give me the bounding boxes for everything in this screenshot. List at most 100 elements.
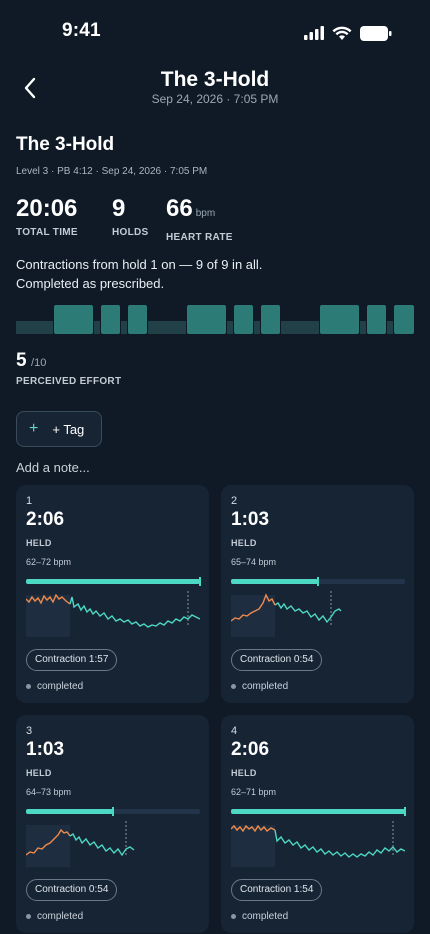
heart-rate-sparkline (231, 821, 405, 867)
effort-value: 5 (16, 350, 27, 371)
hold-progress-bar (26, 577, 201, 586)
status-dot-icon (231, 684, 236, 689)
stat-value: 20:06 (16, 195, 78, 222)
hold-bpm-range: 62–72 bpm (26, 557, 72, 567)
hold-duration: 2:06 (26, 509, 65, 530)
hold-progress-fill (231, 809, 405, 814)
stat-unit: bpm (195, 208, 216, 219)
hold-status: completed (26, 911, 83, 922)
hold-status-label: completed (37, 911, 84, 922)
wifi-icon (332, 26, 352, 40)
hold-card[interactable]: 3 1:03 HELD 64–73 bpm Contraction 0:54 c… (16, 715, 209, 933)
hold-progress-bar (26, 807, 200, 816)
nav-title: The 3-Hold (160, 68, 270, 91)
hold-status-label: completed (242, 911, 289, 922)
battery-icon (360, 25, 392, 41)
timeline-rest-segment (387, 321, 393, 334)
status-dot-icon (231, 914, 236, 919)
timeline-hold-segment (367, 305, 386, 334)
hold-progress-fill (26, 579, 200, 584)
timeline-rest-segment (254, 321, 260, 334)
plus-icon: + (29, 420, 39, 437)
timeline-hold-segment (187, 305, 226, 334)
hold-progress-bar (231, 807, 406, 816)
stat-value: 9 (112, 195, 126, 222)
hold-progress-fill (26, 809, 113, 814)
timeline-rest-segment (227, 321, 233, 334)
hold-duration: 2:06 (231, 739, 270, 760)
session-summary: Contractions from hold 1 on — 9 of 9 in … (16, 255, 262, 293)
stat-label: TOTAL TIME (16, 227, 78, 238)
session-timeline (16, 304, 414, 334)
timeline-hold-segment (101, 305, 120, 334)
hold-progress-marker (317, 577, 319, 586)
hold-number: 3 (26, 725, 33, 737)
heart-rate-sparkline (26, 821, 135, 867)
timeline-rest-segment (16, 321, 53, 334)
hold-progress-bar (231, 577, 405, 586)
session-title: The 3-Hold (16, 134, 115, 155)
hold-progress-fill (231, 579, 318, 584)
stat-holds: 9 HOLDS (112, 194, 149, 238)
timeline-rest-segment (121, 321, 127, 334)
status-time: 9:41 (62, 20, 101, 41)
hold-status-label: completed (37, 681, 84, 692)
stat-heart-rate: 66 bpm HEART RATE (166, 194, 233, 243)
hold-duration: 1:03 (231, 509, 270, 530)
back-button[interactable] (16, 74, 44, 102)
hold-held-label: HELD (26, 538, 52, 548)
timeline-rest-segment (94, 321, 100, 334)
summary-line-contractions: Contractions from hold 1 on — 9 of 9 in … (16, 257, 263, 272)
timeline-rest-segment (360, 321, 366, 334)
contraction-badge: Contraction 1:54 (231, 879, 323, 901)
cellular-signal-icon (304, 26, 324, 40)
timeline-hold-segment (128, 305, 147, 334)
stat-value: 66 (166, 195, 193, 222)
session-meta: Level 3 · PB 4:12 · Sep 24, 2026 · 7:05 … (16, 166, 208, 177)
hold-card[interactable]: 4 2:06 HELD 62–71 bpm Contraction 1:54 c… (221, 715, 414, 933)
effort-max: /10 (31, 357, 47, 369)
perceived-effort[interactable]: 5 /10 PERCEIVED EFFORT (16, 350, 121, 387)
contraction-badge: Contraction 0:54 (26, 879, 118, 901)
timeline-hold-segment (54, 305, 93, 334)
timeline-hold-segment (261, 305, 280, 334)
chevron-left-icon (24, 77, 36, 99)
hold-duration: 1:03 (26, 739, 65, 760)
hold-progress-marker (199, 577, 201, 586)
hold-bpm-range: 65–74 bpm (231, 557, 277, 567)
hold-status: completed (26, 681, 83, 692)
hold-number: 2 (231, 495, 238, 507)
hold-status: completed (231, 681, 288, 692)
hold-bpm-range: 62–71 bpm (231, 787, 277, 797)
nav-subtitle: Sep 24, 2026 · 7:05 PM (151, 92, 279, 106)
hold-status: completed (231, 911, 288, 922)
status-dot-icon (26, 914, 31, 919)
hold-bpm-range: 64–73 bpm (26, 787, 72, 797)
stat-label: HOLDS (112, 227, 149, 238)
status-icons (304, 24, 392, 42)
hold-held-label: HELD (26, 768, 52, 778)
hold-progress-marker (112, 807, 114, 816)
note-input[interactable]: Add a note... (16, 460, 90, 475)
hold-number: 1 (26, 495, 33, 507)
timeline-hold-segment (320, 305, 359, 334)
hold-held-label: HELD (231, 538, 257, 548)
heart-rate-sparkline (231, 591, 342, 637)
hold-held-label: HELD (231, 768, 257, 778)
timeline-hold-segment (234, 305, 253, 334)
hold-status-label: completed (242, 681, 289, 692)
timeline-hold-segment (394, 305, 414, 334)
add-tag-label: + Tag (52, 421, 85, 437)
timeline-rest-segment (281, 321, 319, 334)
timeline-rest-segment (148, 321, 186, 334)
hold-number: 4 (231, 725, 238, 737)
contraction-badge: Contraction 0:54 (231, 649, 323, 671)
add-tag-button[interactable]: + + Tag (16, 411, 102, 447)
contraction-badge: Contraction 1:57 (26, 649, 118, 671)
summary-line-completion: Completed as prescribed. (16, 276, 165, 291)
status-dot-icon (26, 684, 31, 689)
hold-card[interactable]: 2 1:03 HELD 65–74 bpm Contraction 0:54 c… (221, 485, 414, 703)
stat-total-time: 20:06 TOTAL TIME (16, 194, 78, 238)
hold-card[interactable]: 1 2:06 HELD 62–72 bpm Contraction 1:57 c… (16, 485, 209, 703)
effort-label: PERCEIVED EFFORT (16, 376, 122, 387)
